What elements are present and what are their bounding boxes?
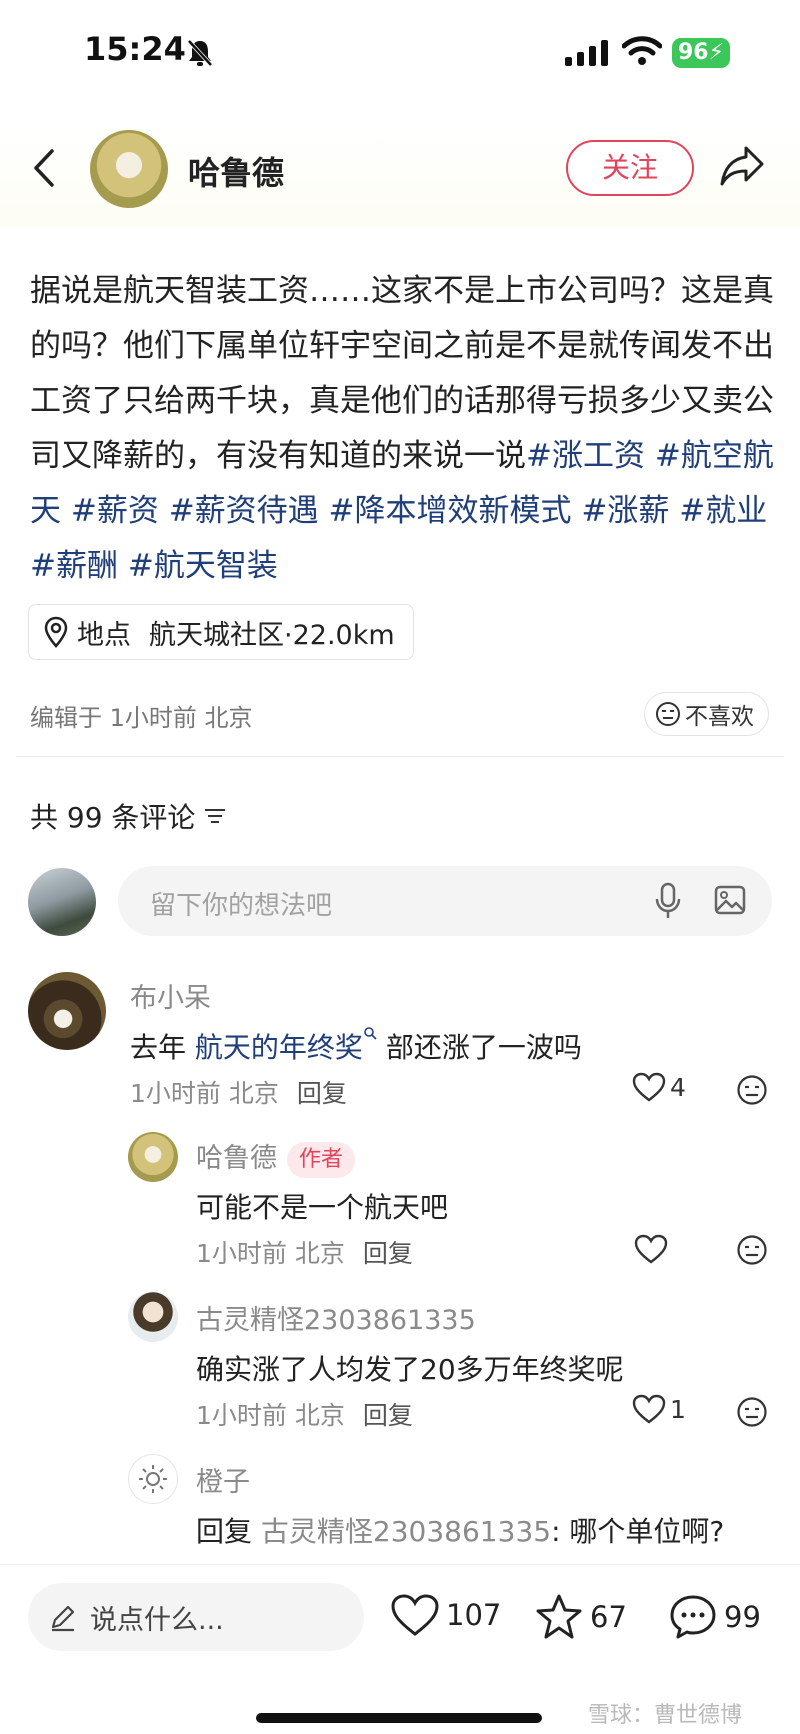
comment-text: 确实涨了人均发了20多万年终奖呢	[196, 1353, 624, 1386]
like-post-count: 107	[446, 1598, 502, 1632]
comment-time: 1小时前 北京	[196, 1239, 345, 1268]
comment-input[interactable]: 留下你的想法吧	[118, 866, 772, 936]
reply-word: 回复	[196, 1515, 253, 1548]
comment-meta: 1小时前 北京 回复	[196, 1234, 413, 1270]
comment-author-name: 哈鲁德	[196, 1143, 277, 1174]
location-value: 航天城社区·22.0km	[149, 619, 395, 651]
my-avatar	[28, 868, 96, 936]
chat-bubble-icon	[670, 1595, 716, 1639]
bottom-bar: 说点什么... 107 67 99 雪球：曹世德博	[0, 1564, 800, 1734]
reply-body: : 哪个单位啊?	[551, 1515, 725, 1548]
hashtag[interactable]: #就业	[679, 493, 767, 529]
battery-level: 96	[678, 40, 709, 65]
microphone-icon[interactable]	[654, 882, 682, 920]
search-small-icon	[364, 1027, 377, 1040]
comment-time: 1小时前 北京	[130, 1079, 279, 1108]
star-icon	[536, 1594, 582, 1639]
favorite-button[interactable]: 67	[534, 1593, 627, 1641]
back-icon[interactable]	[32, 148, 56, 188]
signal-icon	[565, 40, 608, 66]
charging-icon: ⚡	[708, 40, 725, 65]
search-link[interactable]: 航天的年终奖	[195, 1031, 363, 1064]
hashtag[interactable]: #薪酬	[30, 548, 118, 584]
sort-icon[interactable]	[203, 806, 227, 826]
post-body: 据说是航天智装工资……这家不是上市公司吗？这是真的吗？他们下属单位轩宇空间之前是…	[30, 264, 778, 594]
like-count: 1	[670, 1394, 686, 1424]
comment-author[interactable]: 橙子	[196, 1460, 250, 1499]
comment-author[interactable]: 哈鲁德 作者	[196, 1136, 356, 1178]
comment-time: 1小时前 北京	[196, 1401, 345, 1430]
say-something-input[interactable]: 说点什么...	[28, 1583, 364, 1651]
meh-face-icon[interactable]	[736, 1074, 768, 1106]
heart-icon	[634, 1234, 668, 1264]
follow-button[interactable]: 关注	[566, 140, 694, 196]
divider	[16, 756, 784, 757]
comment-count-label: 共 99 条评论	[30, 801, 196, 834]
like-button[interactable]: 1	[632, 1394, 686, 1424]
like-button[interactable]	[634, 1234, 672, 1264]
comment-avatar[interactable]	[28, 972, 106, 1050]
reply-to-user[interactable]: 古灵精怪2303861335	[261, 1515, 551, 1548]
home-indicator[interactable]	[256, 1713, 542, 1723]
reply-button[interactable]: 回复	[297, 1079, 347, 1108]
meh-face-icon[interactable]	[736, 1396, 768, 1428]
location-label: 地点	[77, 619, 131, 651]
comment-author[interactable]: 布小呆	[130, 976, 211, 1015]
comment-count: 共 99 条评论	[30, 796, 227, 836]
heart-icon	[391, 1594, 439, 1636]
reply-button[interactable]: 回复	[363, 1239, 413, 1268]
pencil-icon	[51, 1605, 75, 1632]
comment-avatar[interactable]	[128, 1132, 178, 1182]
comments-count: 99	[724, 1600, 761, 1634]
comments-button[interactable]: 99	[668, 1593, 761, 1641]
comment-text: 回复 古灵精怪2303861335: 哪个单位啊?	[196, 1510, 724, 1550]
bell-muted-icon	[187, 39, 213, 67]
hashtag[interactable]: #航天智装	[128, 548, 278, 584]
say-placeholder: 说点什么...	[90, 1604, 224, 1636]
comment-meta: 1小时前 北京 回复	[196, 1396, 413, 1432]
comment-avatar[interactable]	[128, 1292, 178, 1342]
comment-meta: 1小时前 北京 回复	[130, 1074, 347, 1110]
comment-text: 可能不是一个航天吧	[196, 1191, 449, 1224]
comment-input-placeholder: 留下你的想法吧	[150, 891, 333, 921]
hashtag[interactable]: #涨工资	[526, 438, 645, 474]
comment-text-prefix: 去年	[130, 1031, 195, 1064]
like-post-button[interactable]: 107	[390, 1593, 501, 1637]
comment-text: 去年 航天的年终奖 部还涨了一波吗	[130, 1026, 582, 1066]
meh-face-icon[interactable]	[736, 1234, 768, 1266]
comment-avatar[interactable]	[128, 1454, 178, 1504]
battery-indicator: 96⚡	[672, 38, 730, 68]
image-icon[interactable]	[714, 884, 746, 916]
dislike-button[interactable]: 不喜欢	[644, 692, 769, 736]
post-header: 哈鲁德 关注	[0, 118, 800, 228]
like-count: 4	[670, 1072, 686, 1102]
author-name[interactable]: 哈鲁德	[188, 148, 284, 194]
reply-button[interactable]: 回复	[363, 1401, 413, 1430]
status-bar: 15:24 96⚡	[0, 0, 800, 110]
share-icon[interactable]	[718, 144, 766, 188]
hashtag[interactable]: #薪资	[71, 493, 159, 529]
comment-text-suffix: 部还涨了一波吗	[376, 1031, 582, 1064]
location-chip[interactable]: 地点 航天城社区·22.0km	[28, 604, 414, 660]
location-pin-icon	[44, 616, 68, 648]
like-button[interactable]: 4	[632, 1072, 686, 1102]
hashtag[interactable]: #涨薪	[581, 493, 669, 529]
hashtag[interactable]: #降本增效新模式	[329, 493, 572, 529]
favorite-count: 67	[590, 1600, 627, 1634]
dislike-label: 不喜欢	[685, 704, 754, 730]
author-avatar[interactable]	[90, 130, 168, 208]
comment-author[interactable]: 古灵精怪2303861335	[196, 1298, 476, 1337]
sun-icon	[139, 1465, 167, 1493]
author-badge: 作者	[287, 1141, 356, 1178]
heart-icon	[632, 1394, 666, 1424]
wifi-icon	[622, 36, 662, 65]
hashtag[interactable]: #薪资待遇	[169, 493, 319, 529]
watermark: 雪球：曹世德博	[588, 1703, 743, 1728]
status-time: 15:24	[84, 30, 186, 68]
heart-icon	[632, 1072, 666, 1102]
meh-face-icon	[656, 702, 680, 726]
edited-time: 编辑于 1小时前 北京	[30, 704, 253, 732]
